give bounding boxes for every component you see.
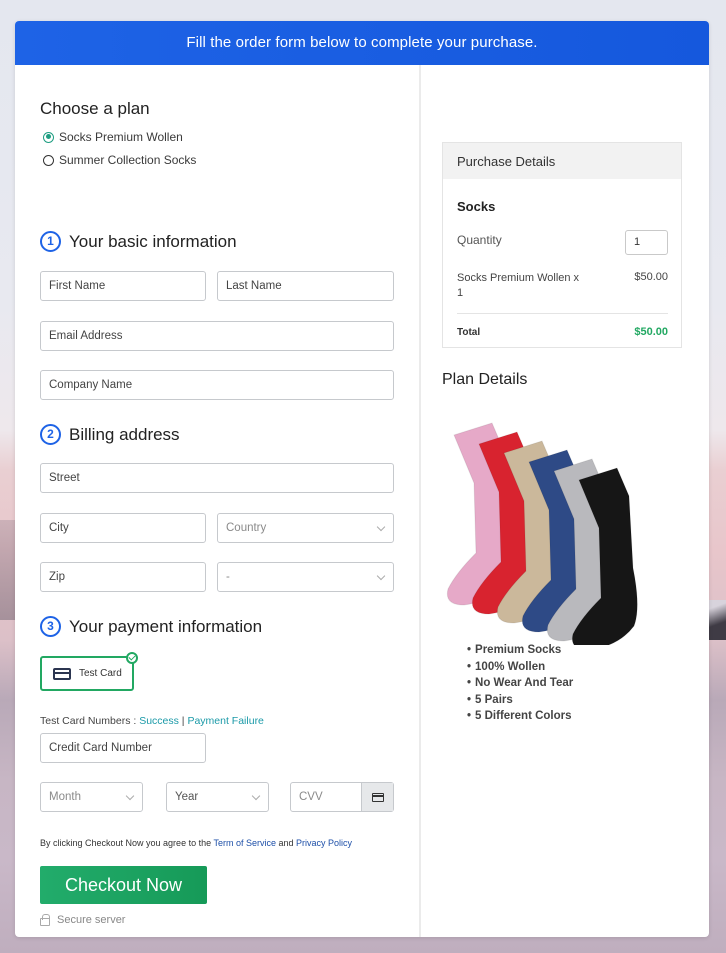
step-number-icon: 3 [40, 616, 61, 637]
background-scenery-right [708, 600, 726, 640]
choose-plan-heading: Choose a plan [40, 99, 150, 118]
checkout-now-button[interactable]: Checkout Now [40, 866, 207, 904]
billing-address-heading: 2 Billing address [40, 424, 180, 445]
credit-card-icon [53, 667, 71, 680]
feature-item: 100% Wollen [467, 659, 573, 676]
city-input[interactable]: City [40, 513, 206, 543]
cvv-input[interactable]: CVV [290, 782, 394, 812]
socks-product-image [446, 422, 638, 645]
chevron-down-icon [125, 791, 135, 801]
state-select-value: - [226, 571, 230, 583]
secure-server-label: Secure server [57, 914, 126, 926]
section-title: Billing address [69, 424, 180, 444]
privacy-policy-link[interactable]: Privacy Policy [296, 838, 352, 848]
plan-details-heading: Plan Details [442, 371, 528, 388]
payment-failure-link[interactable]: Payment Failure [187, 715, 263, 727]
line-item-price: $50.00 [634, 271, 668, 283]
secure-server-note: Secure server [40, 914, 125, 926]
first-name-input[interactable]: First Name [40, 271, 206, 301]
lock-icon [40, 914, 50, 926]
payment-method-label: Test Card [79, 668, 122, 679]
country-select[interactable]: Country [217, 513, 394, 543]
plan-option-summer-collection[interactable]: Summer Collection Socks [43, 153, 196, 167]
country-select-value: Country [226, 522, 267, 534]
credit-card-number-input[interactable]: Credit Card Number [40, 733, 206, 763]
radio-unchecked-icon[interactable] [43, 154, 54, 166]
success-link[interactable]: Success [139, 715, 179, 727]
purchase-details-heading: Purchase Details [443, 143, 681, 179]
cvv-card-button[interactable] [361, 783, 393, 811]
feature-item: Premium Socks [467, 642, 573, 659]
feature-item: 5 Pairs [467, 692, 573, 709]
cvv-placeholder: CVV [299, 791, 323, 803]
total-value: $50.00 [634, 326, 668, 338]
step-number-icon: 2 [40, 424, 61, 445]
chevron-down-icon [251, 791, 261, 801]
check-circle-icon [126, 652, 138, 664]
section-title: Your basic information [69, 231, 237, 251]
email-input[interactable]: Email Address [40, 321, 394, 351]
purchase-details-box: Purchase Details Socks Quantity 1 Socks … [442, 142, 682, 348]
order-form-card: Fill the order form below to complete yo… [15, 21, 709, 937]
agreement-middle: and [275, 838, 296, 848]
chevron-down-icon [376, 571, 386, 581]
terms-of-service-link[interactable]: Term of Service [213, 838, 276, 848]
zip-input[interactable]: Zip [40, 562, 206, 592]
expiry-month-select[interactable]: Month [40, 782, 143, 812]
test-numbers-label: Test Card Numbers : [40, 715, 140, 727]
basic-info-heading: 1 Your basic information [40, 231, 237, 252]
plan-option-socks-premium[interactable]: Socks Premium Wollen [43, 130, 183, 144]
feature-item: 5 Different Colors [467, 708, 573, 725]
expiry-year-select[interactable]: Year [166, 782, 269, 812]
month-select-value: Month [49, 791, 81, 803]
street-input[interactable]: Street [40, 463, 394, 493]
credit-card-icon [371, 792, 384, 802]
feature-item: No Wear And Tear [467, 675, 573, 692]
last-name-input[interactable]: Last Name [217, 271, 394, 301]
company-name-input[interactable]: Company Name [40, 370, 394, 400]
radio-checked-icon[interactable] [43, 131, 54, 143]
plan-features-list: Premium Socks 100% Wollen No Wear And Te… [467, 642, 573, 725]
chevron-down-icon [376, 522, 386, 532]
total-label: Total [457, 327, 481, 338]
product-name: Socks [457, 199, 496, 214]
agreement-text: By clicking Checkout Now you agree to th… [40, 838, 352, 848]
state-select[interactable]: - [217, 562, 394, 592]
test-card-numbers: Test Card Numbers : Success | Payment Fa… [40, 715, 264, 727]
quantity-label: Quantity [457, 233, 502, 247]
quantity-input[interactable]: 1 [625, 230, 668, 255]
agreement-prefix: By clicking Checkout Now you agree to th… [40, 838, 214, 848]
test-card-payment-option[interactable]: Test Card [40, 652, 138, 691]
section-title: Your payment information [69, 616, 263, 636]
plan-option-label: Summer Collection Socks [59, 153, 197, 167]
line-item-name: Socks Premium Wollen x 1 [457, 272, 580, 299]
year-select-value: Year [175, 791, 199, 803]
column-divider [419, 65, 421, 937]
payment-info-heading: 3 Your payment information [40, 616, 262, 637]
summary-divider [457, 313, 668, 314]
form-columns: Choose a plan Socks Premium Wollen Summe… [15, 65, 709, 937]
banner: Fill the order form below to complete yo… [15, 21, 709, 65]
step-number-icon: 1 [40, 231, 61, 252]
plan-option-label: Socks Premium Wollen [59, 130, 183, 144]
